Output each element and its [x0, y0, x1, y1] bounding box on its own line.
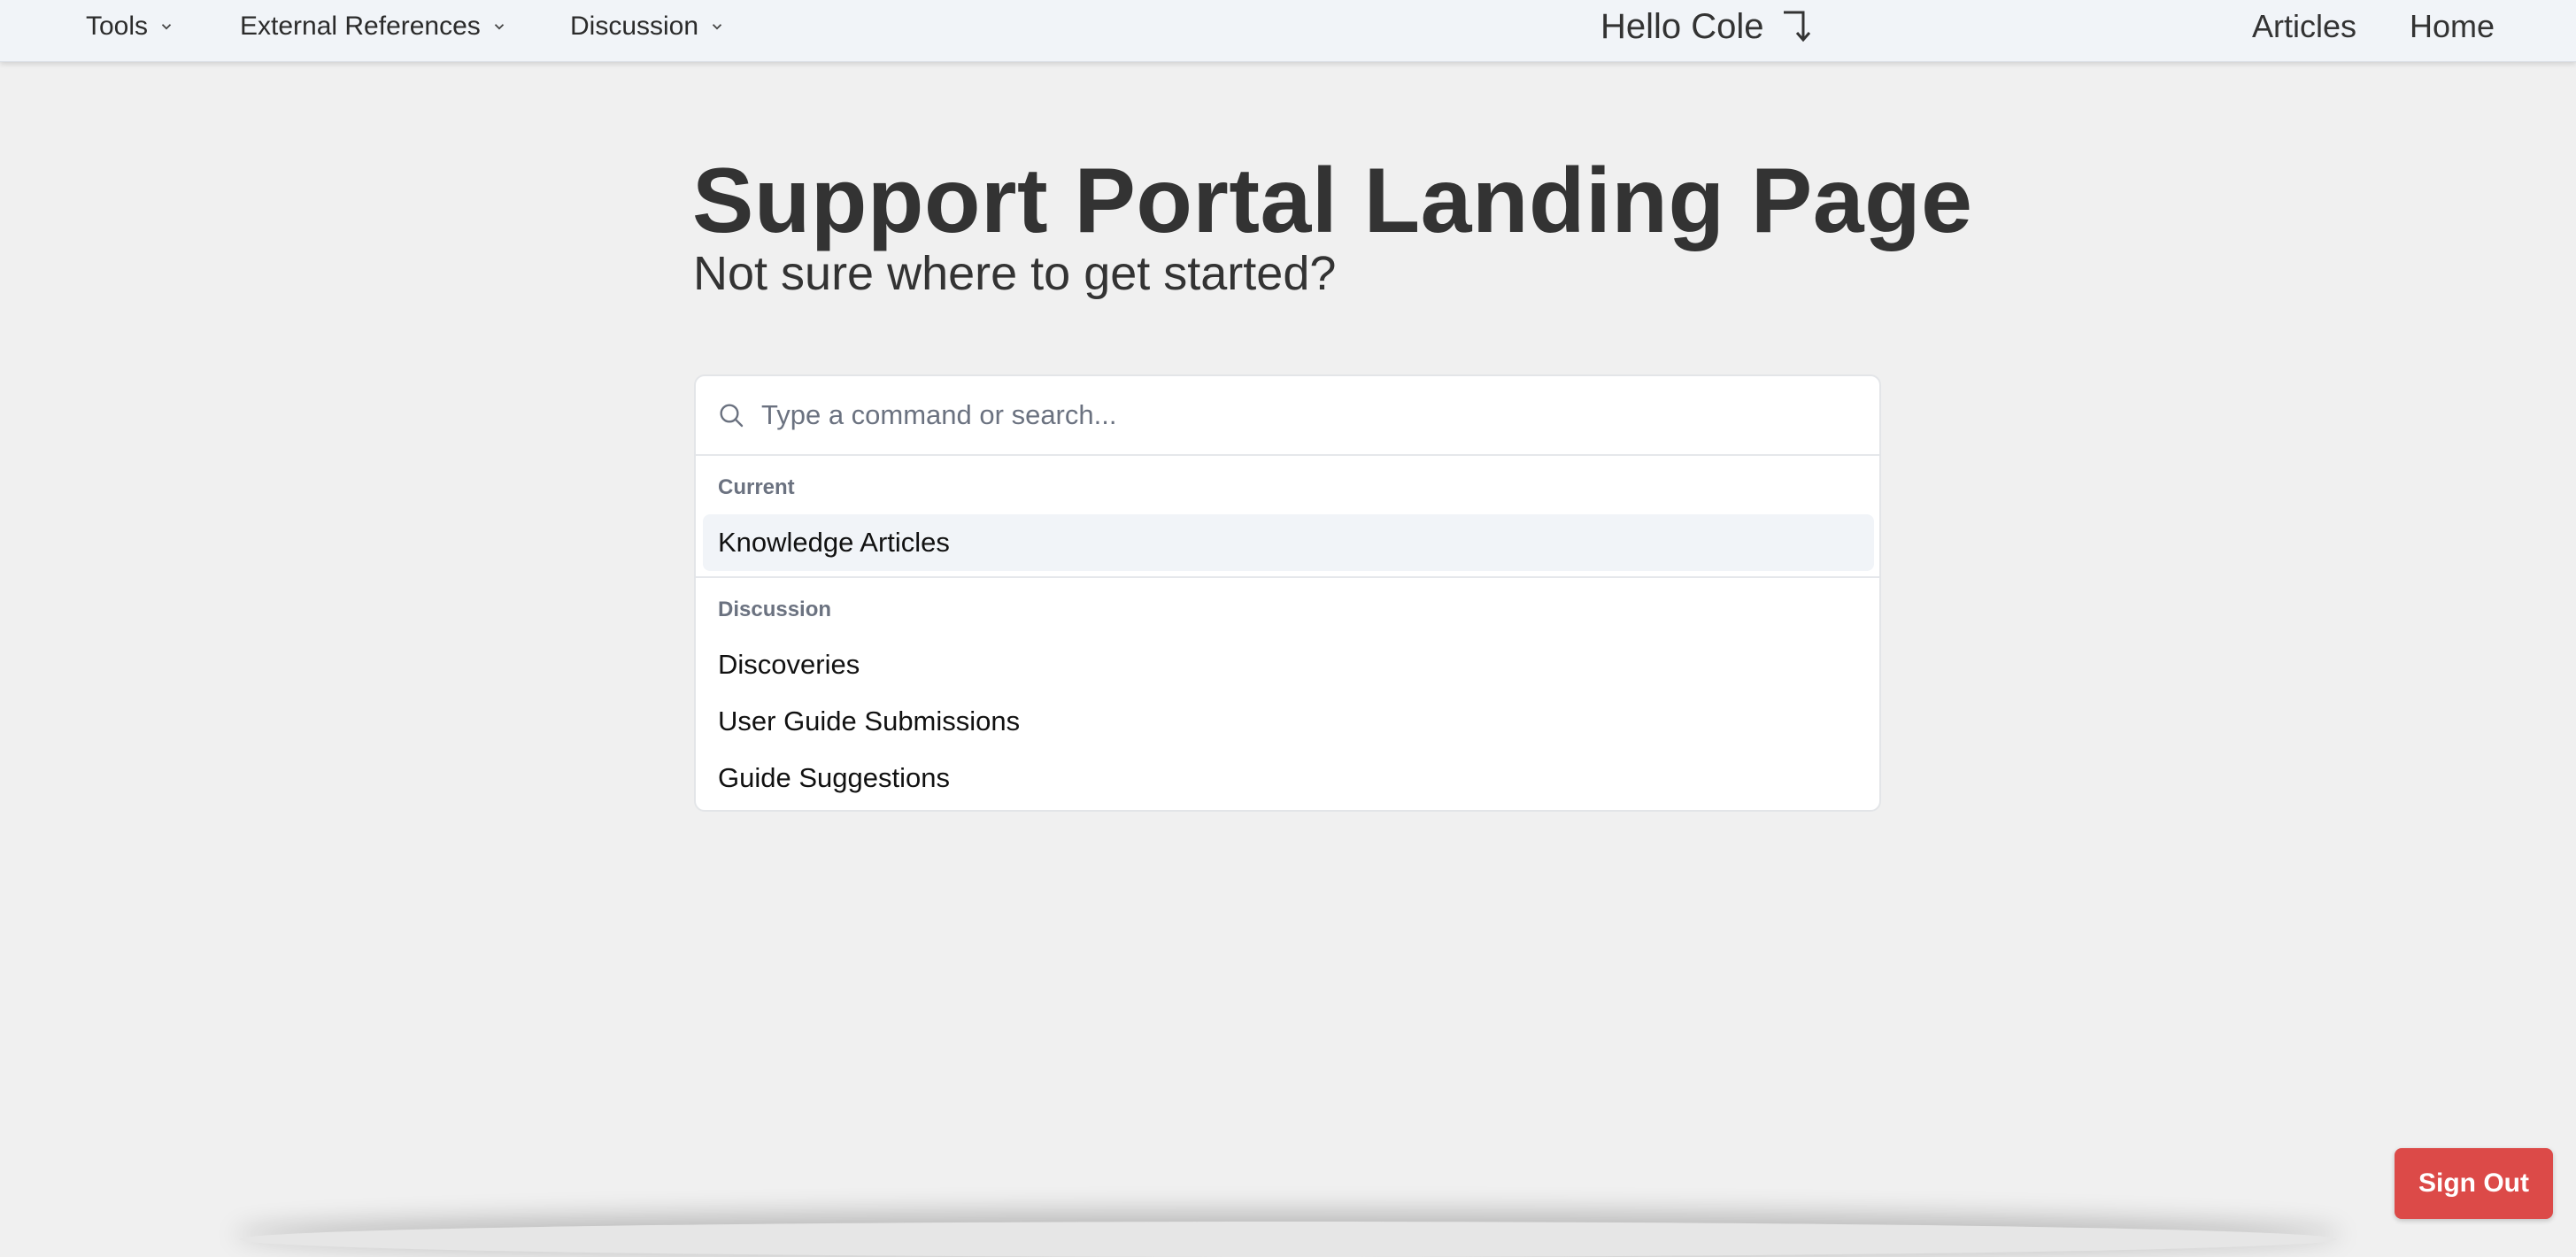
command-item-knowledge-articles[interactable]: Knowledge Articles: [703, 514, 1874, 571]
nav-link-label: Articles: [2252, 8, 2357, 44]
group-separator: [696, 576, 1879, 578]
group-heading-discussion: Discussion: [718, 598, 832, 621]
chevron-down-icon: [161, 24, 172, 30]
page-title: Support Portal Landing Page: [692, 150, 1973, 252]
group-heading-current: Current: [718, 475, 795, 499]
command-item-label: Knowledge Articles: [718, 527, 950, 558]
command-palette: Current Knowledge Articles Discussion Di…: [694, 374, 1881, 812]
nav-menu-tools[interactable]: Tools: [86, 0, 174, 53]
user-greeting: Hello Cole: [1600, 0, 1816, 53]
nav-menu-label: Tools: [86, 12, 149, 41]
command-item-guide-suggestions[interactable]: Guide Suggestions: [703, 750, 1874, 806]
command-item-label: Discoveries: [718, 649, 860, 680]
bottom-panel-shadow: [239, 1222, 2337, 1257]
greeting-text: Hello Cole: [1600, 6, 1764, 46]
nav-link-label: Home: [2410, 8, 2495, 44]
command-search-input[interactable]: [761, 389, 1824, 442]
command-item-label: Guide Suggestions: [718, 762, 950, 793]
command-item-user-guide-submissions[interactable]: User Guide Submissions: [703, 693, 1874, 750]
nav-link-articles[interactable]: Articles: [2252, 0, 2356, 53]
top-navigation-bar: Tools External References Discussion Hel…: [0, 0, 2576, 62]
chevron-down-icon: [494, 24, 504, 30]
chevron-down-icon: [712, 24, 722, 30]
search-icon: [720, 404, 744, 428]
sign-out-button[interactable]: Sign Out: [2395, 1148, 2553, 1219]
nav-menu-label: External References: [240, 12, 481, 41]
nav-menu-discussion[interactable]: Discussion: [570, 0, 725, 53]
page-subtitle: Not sure where to get started?: [693, 247, 1337, 300]
command-item-label: User Guide Submissions: [718, 706, 1021, 736]
nav-link-home[interactable]: Home: [2410, 0, 2495, 53]
command-item-discoveries[interactable]: Discoveries: [703, 636, 1874, 693]
nav-menu-external-references[interactable]: External References: [240, 0, 507, 53]
command-search-row: [696, 376, 1879, 456]
nav-menu-label: Discussion: [570, 12, 699, 41]
corner-down-arrow-icon: [1783, 11, 1810, 42]
